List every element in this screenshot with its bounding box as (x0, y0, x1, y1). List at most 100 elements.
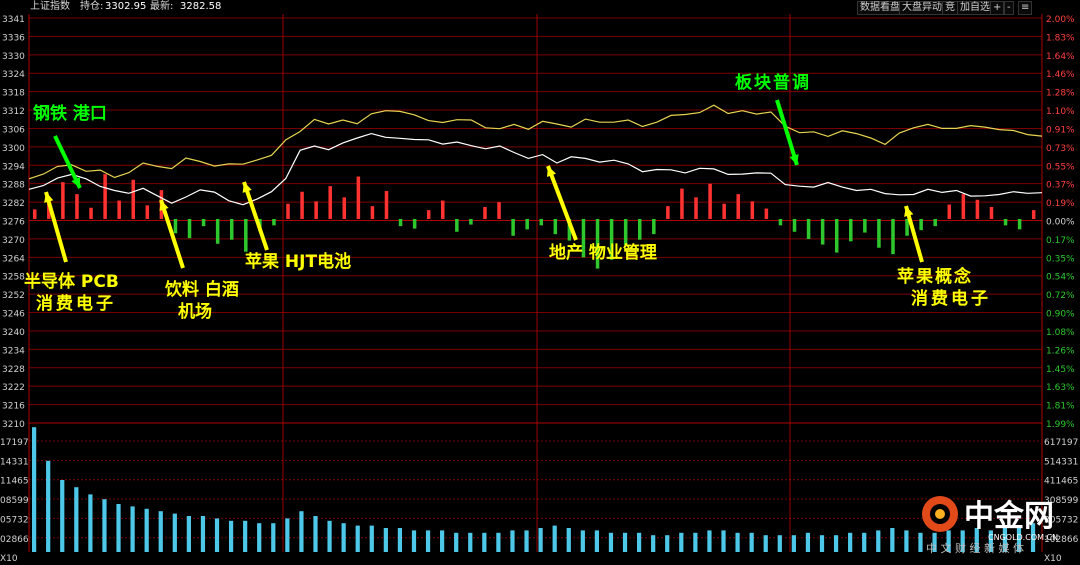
breadth-bar (342, 197, 347, 219)
volume-bar (355, 525, 360, 552)
breadth-bar (61, 182, 65, 219)
breadth-bar (328, 186, 332, 219)
breadth-bar (708, 183, 712, 219)
y-right-tick: 0.17% (1046, 236, 1075, 246)
y-left-tick: 3216 (2, 402, 25, 412)
logo-brand: 中金网 (964, 499, 1054, 534)
y-left-tick: 3300 (2, 144, 25, 154)
y-left-tick: 3252 (2, 291, 25, 301)
data-view-button[interactable]: 数据看盘 (857, 1, 903, 15)
y-left-tick: 3234 (2, 346, 25, 356)
breadth-bar (370, 206, 375, 219)
zoom-out-button[interactable]: - (1004, 1, 1014, 15)
volume-bar (791, 535, 796, 552)
volume-bar (904, 530, 909, 552)
annotation-consumer-electronics-2: 消费电子 (911, 289, 991, 309)
y-right-tick: 1.64% (1046, 52, 1075, 62)
volume-bar (88, 494, 93, 552)
volume-bar (679, 532, 684, 552)
y-left-tick: 3270 (2, 236, 25, 246)
latest-value: 3282.58 (180, 1, 222, 12)
volume-bar (749, 532, 754, 552)
volume-left-tick: 08599 (0, 496, 29, 506)
volume-bar (46, 460, 51, 552)
breadth-bar (652, 218, 656, 235)
volume-bar (32, 427, 37, 552)
volume-bar (552, 525, 557, 552)
breadth-bar (286, 203, 290, 219)
auction-button[interactable]: 竞 (942, 1, 958, 15)
y-right-tick: 1.99% (1046, 420, 1075, 430)
breadth-bar (849, 218, 853, 242)
breadth-bar (511, 218, 515, 236)
y-left-tick: 3294 (2, 162, 25, 172)
menu-button[interactable]: ≡ (1018, 1, 1033, 15)
y-left-tick: 3318 (2, 89, 25, 99)
breadth-bar (764, 208, 769, 219)
breadth-bar (806, 218, 811, 239)
volume-bar (651, 535, 656, 552)
prev-close-label: 持仓: (80, 1, 104, 12)
volume-bar (60, 480, 65, 552)
volume-bar (144, 508, 149, 552)
volume-bar (74, 487, 79, 552)
breadth-bar (103, 174, 107, 219)
breadth-bar (33, 209, 37, 219)
volume-bar (707, 530, 712, 552)
zoom-in-button[interactable]: + (990, 1, 1005, 15)
breadth-bar (666, 206, 670, 219)
breadth-bar (173, 218, 178, 234)
breadth-bar (483, 206, 487, 219)
breadth-bar (877, 218, 881, 248)
volume-bar (636, 532, 642, 552)
breadth-bar (441, 200, 445, 219)
volume-left-tick: X10 (0, 554, 18, 564)
y-left-tick: 3276 (2, 218, 25, 228)
latest-label: 最新: (150, 1, 174, 12)
volume-bar (257, 523, 262, 552)
breadth-bar (637, 218, 642, 240)
y-left-tick: 3306 (2, 125, 25, 135)
volume-bar (608, 532, 614, 552)
y-left-tick: 3222 (2, 383, 25, 393)
y-right-tick: 0.91% (1046, 125, 1075, 135)
volume-left-tick: 02866 (0, 535, 29, 545)
y-left-tick: 3228 (2, 365, 25, 375)
market-alert-button[interactable]: 大盘异动 (899, 1, 945, 15)
y-left-tick: 3264 (2, 254, 25, 264)
breadth-bar (722, 203, 726, 219)
annotation-broad-pullback: 板块普调 (735, 73, 811, 93)
breadth-bar (469, 218, 473, 225)
y-right-tick: 1.63% (1046, 383, 1075, 393)
logo-url: CNGOLD.COM.CN (988, 533, 1058, 542)
breadth-bar (525, 218, 529, 230)
volume-right-tick: 411465 (1044, 477, 1078, 487)
y-left-tick: 3288 (2, 181, 25, 191)
breadth-bar (989, 206, 994, 219)
y-left-tick: 3330 (2, 52, 25, 62)
annotation-steel-port: 钢铁 港口 (33, 104, 107, 124)
y-left-tick: 3258 (2, 273, 25, 283)
breadth-bar (497, 202, 501, 219)
volume-bar (200, 516, 206, 552)
volume-bar (186, 516, 191, 552)
volume-bar (862, 532, 867, 552)
breadth-bar (891, 218, 895, 255)
y-right-tick: 1.46% (1046, 70, 1075, 80)
volume-bar (848, 532, 853, 552)
y-left-tick: 3240 (2, 328, 25, 338)
breadth-bar (412, 218, 417, 229)
annotation-real-estate: 地产 物业管理 (549, 243, 657, 263)
y-right-tick: 1.08% (1046, 328, 1075, 338)
annotation-apple-concept: 苹果概念 (897, 267, 973, 287)
volume-left-tick: 05732 (0, 515, 29, 525)
breadth-bar (947, 204, 952, 219)
volume-bar (327, 520, 332, 552)
add-favorite-button[interactable]: 加自选 (957, 1, 993, 15)
volume-bar (777, 535, 782, 552)
breadth-bar (933, 218, 937, 227)
annotation-consumer-electronics: 消费电子 (36, 294, 116, 314)
volume-bar (721, 530, 726, 552)
y-left-tick: 3341 (2, 15, 25, 25)
y-right-tick: 0.90% (1046, 310, 1075, 320)
